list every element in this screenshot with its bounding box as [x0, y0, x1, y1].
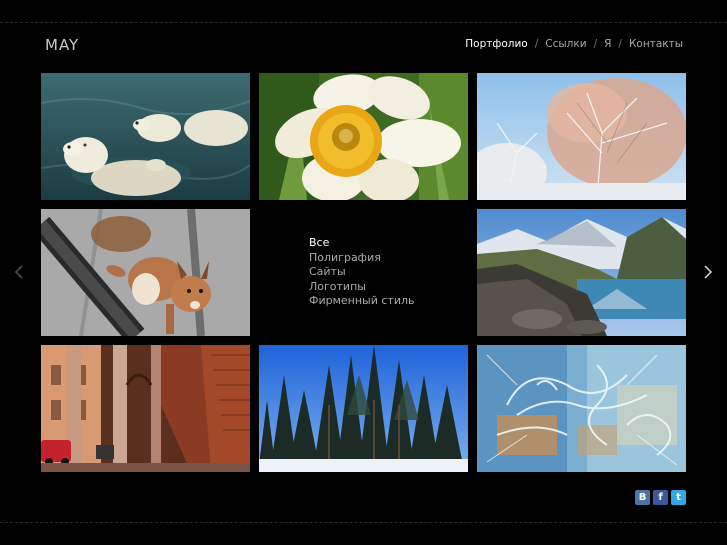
- nav-separator: /: [534, 38, 539, 50]
- vkontakte-icon[interactable]: B: [635, 490, 650, 505]
- mountain-lake-image: [477, 209, 686, 336]
- social-links: B f t: [635, 490, 686, 505]
- gallery-tile-daffodil[interactable]: [259, 73, 468, 200]
- nav-item-portfolio[interactable]: Портфолио: [465, 38, 527, 50]
- bottom-divider: [0, 522, 727, 523]
- category-filter-list: Все Полиграфия Сайты Логотипы Фирменный …: [309, 236, 415, 309]
- gallery-tile-arcade-street[interactable]: [41, 345, 250, 472]
- gallery-tile-frosted-birch[interactable]: [477, 73, 686, 200]
- filter-all[interactable]: Все: [309, 236, 415, 251]
- nav-item-links[interactable]: Ссылки: [545, 38, 586, 50]
- nav-item-me[interactable]: Я: [604, 38, 611, 50]
- top-divider: [0, 22, 727, 23]
- gallery-tile-snowy-pine-forest[interactable]: [259, 345, 468, 472]
- nav-separator: /: [618, 38, 622, 50]
- chevron-left-icon: [14, 265, 23, 279]
- twitter-icon[interactable]: t: [671, 490, 686, 505]
- daffodil-image: [259, 73, 468, 200]
- gallery-tile-mountain-lake[interactable]: [477, 209, 686, 336]
- arcade-street-image: [41, 345, 250, 472]
- page: MAY Портфолио / Ссылки / Я / Контакты Вс…: [0, 0, 727, 545]
- site-logo[interactable]: MAY: [45, 36, 79, 54]
- squirrel-image: [41, 209, 250, 336]
- polar-bears-image: [41, 73, 250, 200]
- nav-item-contacts[interactable]: Контакты: [629, 38, 683, 50]
- nav-separator: /: [593, 38, 598, 50]
- gallery-tile-squirrel[interactable]: [41, 209, 250, 336]
- filter-printing[interactable]: Полиграфия: [309, 251, 415, 266]
- main-nav: Портфолио / Ссылки / Я / Контакты: [465, 38, 683, 50]
- filter-websites[interactable]: Сайты: [309, 265, 415, 280]
- frost-pattern-image: [477, 345, 686, 472]
- facebook-icon[interactable]: f: [653, 490, 668, 505]
- filter-corporate-identity[interactable]: Фирменный стиль: [309, 294, 415, 309]
- gallery-tile-frost-pattern[interactable]: [477, 345, 686, 472]
- filter-logos[interactable]: Логотипы: [309, 280, 415, 295]
- frosted-birch-image: [477, 73, 686, 200]
- prev-page-button[interactable]: [12, 264, 26, 280]
- snowy-pine-forest-image: [259, 345, 468, 472]
- next-page-button[interactable]: [701, 264, 715, 280]
- chevron-right-icon: [704, 265, 713, 279]
- gallery-tile-polar-bears[interactable]: [41, 73, 250, 200]
